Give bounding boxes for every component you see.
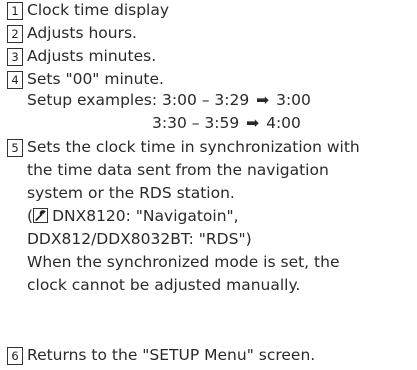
item-text-line: the time data sent from the navigation — [27, 161, 329, 179]
note-line: clock cannot be adjusted manually. — [27, 276, 301, 294]
example-result: 3:00 — [276, 91, 311, 109]
item-number: 1 — [7, 2, 23, 20]
item-text: Sets "00" minute. — [27, 70, 164, 88]
reference-text: DNX8120: "Navigatoin", — [52, 207, 239, 225]
item-text-line: system or the RDS station. — [27, 184, 235, 202]
reference-line: (DNX8120: "Navigatoin", — [27, 206, 239, 226]
item-text: Adjusts minutes. — [27, 47, 157, 65]
example-range: 3:30 – 3:59 — [152, 114, 240, 132]
item-number: 4 — [7, 71, 23, 89]
item-text: Clock time display — [27, 1, 170, 19]
setup-example-1: Setup examples: 3:00 – 3:29 ➡ 3:00 — [27, 90, 311, 110]
arrow-right-icon: ➡ — [246, 114, 260, 132]
note-line: When the synchronized mode is set, the — [27, 253, 340, 271]
example-range: 3:00 – 3:29 — [162, 91, 250, 109]
item-number: 2 — [7, 25, 23, 43]
arrow-right-icon: ➡ — [256, 91, 270, 109]
setup-example-2: 3:30 – 3:59 ➡ 4:00 — [152, 113, 301, 133]
item-number: 5 — [7, 139, 23, 157]
item-text: Returns to the "SETUP Menu" screen. — [27, 346, 316, 364]
wrench-icon — [33, 208, 49, 223]
item-text-line: Sets the clock time in synchronization w… — [27, 138, 360, 156]
item-text: Adjusts hours. — [27, 24, 137, 42]
item-number: 3 — [7, 48, 23, 66]
item-number: 6 — [7, 347, 23, 365]
setup-label: Setup examples: — [27, 91, 158, 109]
reference-text-2: DDX812/DDX8032BT: "RDS") — [27, 230, 252, 248]
example-result: 4:00 — [266, 114, 301, 132]
